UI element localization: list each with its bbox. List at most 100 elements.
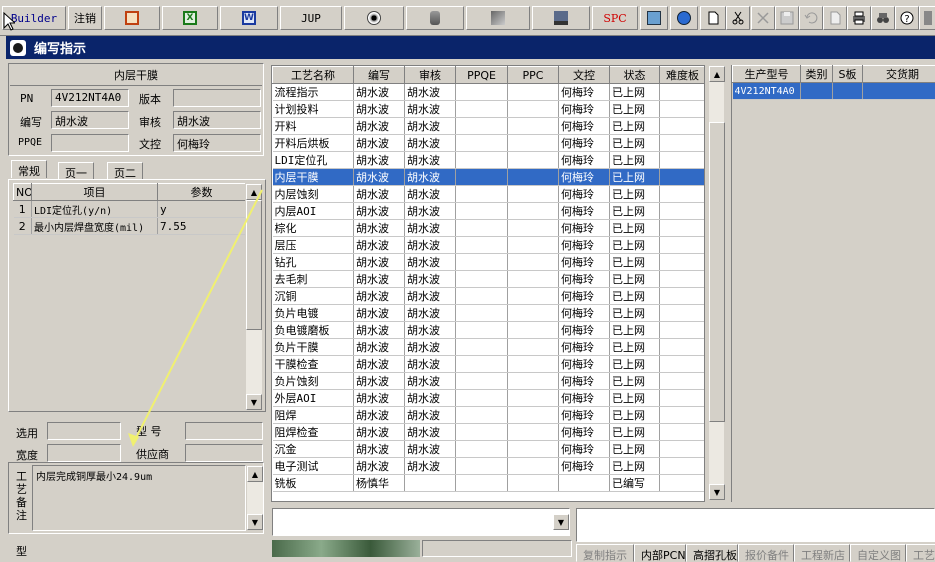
bottom-tab[interactable]: 自定义图: [850, 544, 906, 562]
bottom-tab[interactable]: 报价备件: [738, 544, 794, 562]
calc-button[interactable]: [640, 6, 668, 30]
scroll-thumb[interactable]: [246, 200, 262, 330]
version-field[interactable]: [173, 89, 261, 107]
process-header-name[interactable]: 工艺名称: [273, 67, 354, 84]
cut-button[interactable]: [726, 6, 750, 30]
bottom-tab[interactable]: 高摺孔板: [686, 544, 738, 562]
scroll-up-icon[interactable]: ▲: [246, 184, 262, 200]
process-row[interactable]: 沉铜胡水波胡水波何梅玲已上网: [273, 288, 706, 305]
process-header-wenkong[interactable]: 文控: [559, 67, 610, 84]
process-row[interactable]: 计划投料胡水波胡水波何梅玲已上网: [273, 101, 706, 118]
process-row[interactable]: 层压胡水波胡水波何梅玲已上网: [273, 237, 706, 254]
ppqe-field[interactable]: [51, 134, 129, 152]
bottom-combo[interactable]: [272, 508, 570, 536]
remark-scrollbar[interactable]: ▲ ▼: [247, 466, 263, 530]
view-button[interactable]: [344, 6, 404, 30]
pn-field[interactable]: 4V212NT4A0: [51, 89, 129, 107]
bottom-tab[interactable]: 工艺: [906, 544, 935, 562]
scroll-up-icon[interactable]: ▲: [709, 66, 725, 82]
process-row[interactable]: 去毛刺胡水波胡水波何梅玲已上网: [273, 271, 706, 288]
new-button[interactable]: [700, 6, 726, 30]
chevron-down-icon[interactable]: ▼: [553, 514, 569, 530]
process-row[interactable]: 阻焊检查胡水波胡水波何梅玲已上网: [273, 424, 706, 441]
process-row[interactable]: 阻焊胡水波胡水波何梅玲已上网: [273, 407, 706, 424]
param-header-item[interactable]: 项目: [32, 184, 158, 201]
word-button[interactable]: W: [220, 6, 278, 30]
param-row[interactable]: 1 LDI定位孔(y/n) y: [14, 201, 246, 218]
process-row[interactable]: 负片干膜胡水波胡水波何梅玲已上网: [273, 339, 706, 356]
product-header-delivery[interactable]: 交货期: [863, 66, 935, 83]
preview-button[interactable]: [823, 6, 847, 30]
param-row[interactable]: 2 最小内层焊盘宽度(mil) 7.55: [14, 218, 246, 235]
reviewer-field[interactable]: 胡水波: [173, 111, 261, 129]
process-header-reviewer[interactable]: 审核: [405, 67, 456, 84]
print-button[interactable]: [847, 6, 871, 30]
computer-button[interactable]: [532, 6, 590, 30]
model-field[interactable]: [185, 422, 263, 440]
wenkong-field[interactable]: 何梅玲: [173, 134, 261, 152]
remark-textarea[interactable]: 内层完成铜厚最小24.9um: [32, 465, 246, 531]
process-row[interactable]: 沉金胡水波胡水波何梅玲已上网: [273, 441, 706, 458]
process-header-difficulty[interactable]: 难度板: [660, 67, 706, 84]
bottom-memo[interactable]: [576, 508, 935, 542]
process-row[interactable]: 铣板杨慎华已编写: [273, 475, 706, 492]
excel-button[interactable]: X: [162, 6, 218, 30]
supplier-field[interactable]: [185, 444, 263, 462]
undo-button[interactable]: [799, 6, 823, 30]
param-value[interactable]: 7.55: [158, 218, 246, 235]
process-scrollbar[interactable]: ▲ ▼: [708, 66, 724, 500]
process-row[interactable]: 内层干膜胡水波胡水波何梅玲已上网: [273, 169, 706, 186]
param-header-no[interactable]: NO: [14, 184, 32, 201]
param-value[interactable]: y: [158, 201, 246, 218]
database-button[interactable]: [406, 6, 464, 30]
process-row[interactable]: 内层蚀刻胡水波胡水波何梅玲已上网: [273, 186, 706, 203]
process-row[interactable]: 钻孔胡水波胡水波何梅玲已上网: [273, 254, 706, 271]
process-header-editor[interactable]: 编写: [354, 67, 405, 84]
bottom-tab[interactable]: 复制指示: [576, 544, 634, 562]
xuanyong-field[interactable]: [47, 422, 121, 440]
process-header-ppqe[interactable]: PPQE: [456, 67, 508, 84]
scroll-up-icon[interactable]: ▲: [247, 466, 263, 482]
powerpoint-button[interactable]: [104, 6, 160, 30]
product-header-model[interactable]: 生产型号: [733, 66, 801, 83]
process-row[interactable]: 外层AOI胡水波胡水波何梅玲已上网: [273, 390, 706, 407]
product-header-sboard[interactable]: S板: [833, 66, 863, 83]
process-header-ppc[interactable]: PPC: [508, 67, 559, 84]
process-row[interactable]: 棕化胡水波胡水波何梅玲已上网: [273, 220, 706, 237]
tab-general[interactable]: 常规: [11, 160, 47, 178]
tab-page1[interactable]: 页一: [58, 162, 94, 180]
editor-field[interactable]: 胡水波: [51, 111, 129, 129]
process-row[interactable]: 干膜检查胡水波胡水波何梅玲已上网: [273, 356, 706, 373]
width-field[interactable]: [47, 444, 121, 462]
scroll-thumb[interactable]: [709, 122, 725, 422]
process-row[interactable]: 流程指示胡水波胡水波何梅玲已上网: [273, 84, 706, 101]
spc-button[interactable]: SPC: [592, 6, 638, 30]
save-button[interactable]: [775, 6, 799, 30]
process-row[interactable]: 开料胡水波胡水波何梅玲已上网: [273, 118, 706, 135]
process-row[interactable]: 内层AOI胡水波胡水波何梅玲已上网: [273, 203, 706, 220]
help-button[interactable]: ?: [895, 6, 919, 30]
process-row[interactable]: 开料后烘板胡水波胡水波何梅玲已上网: [273, 135, 706, 152]
scroll-down-icon[interactable]: ▼: [709, 484, 725, 500]
process-row[interactable]: 负片电镀胡水波胡水波何梅玲已上网: [273, 305, 706, 322]
scroll-down-icon[interactable]: ▼: [247, 514, 263, 530]
delete-button[interactable]: [751, 6, 775, 30]
find-button[interactable]: [871, 6, 895, 30]
process-row[interactable]: LDI定位孔胡水波胡水波何梅玲已上网: [273, 152, 706, 169]
product-row[interactable]: 4V212NT4A0: [733, 83, 935, 100]
more-button[interactable]: [919, 6, 935, 30]
tools-button[interactable]: [466, 6, 530, 30]
logout-button[interactable]: 注销: [68, 6, 102, 30]
ie-button[interactable]: [670, 6, 698, 30]
process-row[interactable]: 负片蚀刻胡水波胡水波何梅玲已上网: [273, 373, 706, 390]
param-scrollbar[interactable]: ▲ ▼: [246, 184, 262, 410]
process-row[interactable]: 电子测试胡水波胡水波何梅玲已上网: [273, 458, 706, 475]
process-row[interactable]: 负电镀磨板胡水波胡水波何梅玲已上网: [273, 322, 706, 339]
bottom-field[interactable]: [422, 540, 572, 557]
process-header-status[interactable]: 状态: [610, 67, 660, 84]
jup-button[interactable]: JUP: [280, 6, 342, 30]
param-header-value[interactable]: 参数: [158, 184, 246, 201]
product-header-type[interactable]: 类别: [801, 66, 833, 83]
scroll-down-icon[interactable]: ▼: [246, 394, 262, 410]
tab-page2[interactable]: 页二: [107, 162, 143, 180]
